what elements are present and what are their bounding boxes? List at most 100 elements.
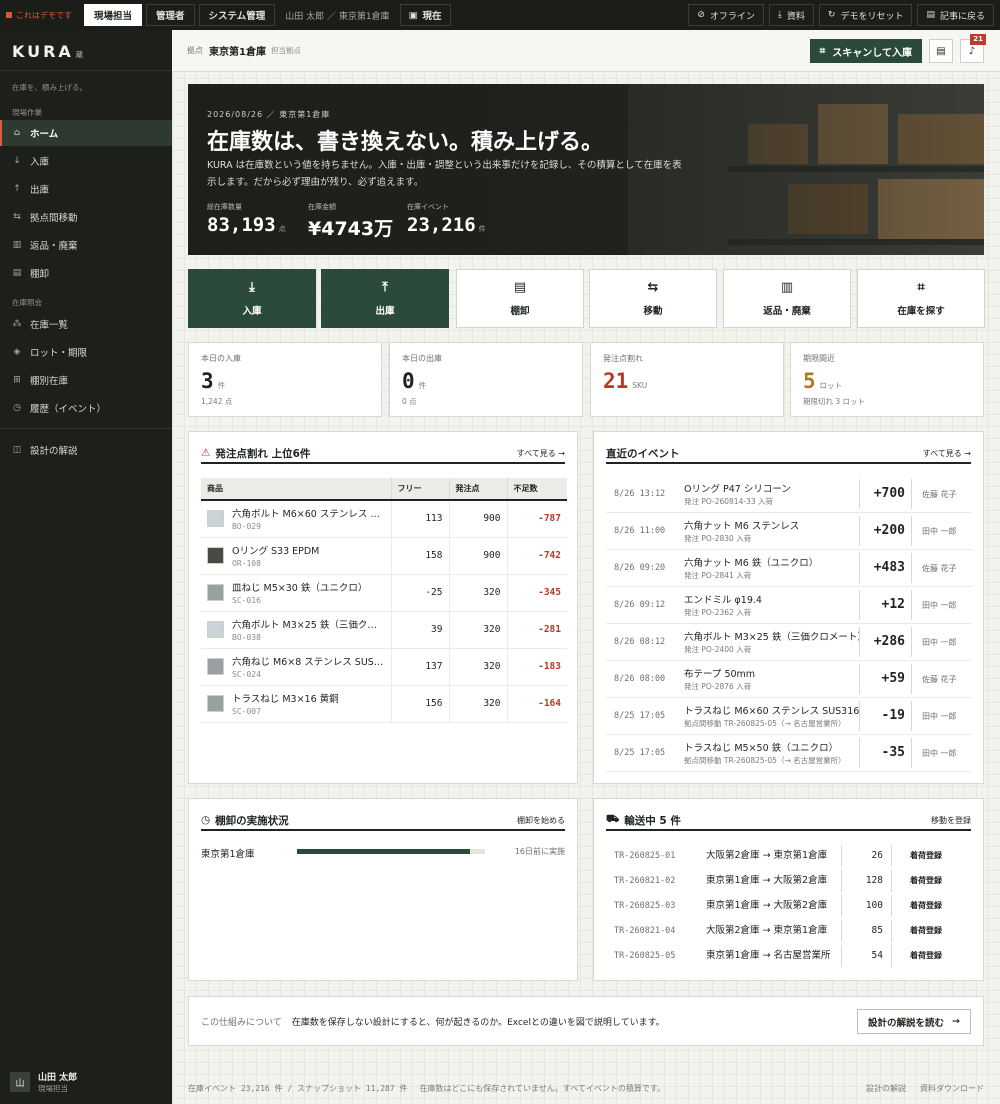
action-stocktake-button[interactable]: ▤ 棚卸 [456, 269, 584, 328]
sidebar-item-return[interactable]: ▥ 返品・廃棄 [0, 232, 172, 258]
free-qty: -25 [390, 574, 449, 612]
hero-stat-unit: 点 [278, 225, 286, 233]
start-stocktake-link[interactable]: 棚卸を始める [517, 815, 565, 826]
event-source: 発注 PO-2362 入荷 [684, 608, 752, 617]
event-item: トラスねじ M6×60 ステンレス SUS316 [684, 706, 859, 717]
transfer-qty: 26 [842, 844, 892, 867]
role-tab-manager[interactable]: 管理者 [146, 4, 195, 26]
product-code: SC-007 [232, 707, 261, 716]
action-label: 入庫 [242, 305, 262, 317]
product-thumbnail [207, 658, 224, 675]
event-row[interactable]: 8/26 09:12 エンドミル φ19.4 発注 PO-2362 入荷 +12 田中 … [606, 587, 972, 624]
sidebar-item-history[interactable]: ◷ 履歴（イベント） [0, 395, 172, 421]
event-item: トラスねじ M5×50 鉄（ユニクロ） [684, 743, 839, 754]
footer-link-download[interactable]: 資料ダウンロード [920, 1083, 984, 1094]
column-header[interactable]: 不足数 [506, 478, 567, 501]
reorder-see-all-link[interactable]: すべて見る → [517, 448, 565, 459]
hero-banner: 2026/08/26 ／ 東京第1倉庫 在庫数は、書き換えない。積み上げる。 K… [188, 84, 984, 255]
boxes-icon: ⁂ [12, 319, 22, 329]
transit-row: TR-260821-04 大阪第2倉庫 → 東京第1倉庫 85 着荷登録 [606, 918, 972, 943]
sidebar-item-label: 返品・廃棄 [30, 241, 78, 252]
event-row[interactable]: 8/26 08:00 布テープ 50mm 発注 PO-2876 入荷 +59 佐藤 花子 [606, 661, 972, 698]
event-time: 8/26 09:20 [614, 563, 666, 573]
sidebar-item-label: 設計の解説 [30, 446, 78, 457]
link-label: すべて見る [516, 448, 556, 458]
now-button[interactable]: ▣ 現在 [399, 4, 451, 26]
back-to-article-button[interactable]: ▤ 記事に戻る [917, 4, 994, 26]
logo-text: KURA [12, 42, 74, 61]
site-name[interactable]: 東京第1倉庫 [209, 43, 266, 58]
table-row[interactable]: Oリング S33 EPDM OR-108 158 900 -742 [201, 537, 567, 575]
table-row[interactable]: 六角ねじ M6×8 ステンレス SUS316 SC-024 137 320 -183 [201, 648, 567, 686]
event-row[interactable]: 8/26 08:12 六角ボルト M3×25 鉄（三価クロメート） 発注 PO-24… [606, 624, 972, 661]
card-title: 発注点割れ 上位6件 [215, 447, 311, 460]
table-row[interactable]: 六角ボルト M6×60 ステンレス SUS304BO-029113900-787 [201, 500, 567, 538]
event-row[interactable]: 8/26 13:12 Oリング P47 シリコーン 発注 PO-260814-33 … [606, 476, 972, 513]
kpi-value: 21 [603, 369, 629, 393]
action-transfer-button[interactable]: ⇆ 移動 [589, 269, 717, 328]
event-user: 佐藤 花子 [922, 563, 957, 573]
docs-button[interactable]: ⤓ 資料 [768, 4, 814, 26]
arrival-register-button[interactable]: 着荷登録 [892, 925, 942, 936]
reset-demo-button[interactable]: ↻ デモをリセット [818, 4, 913, 26]
role-tab-field[interactable]: 現場担当 [84, 4, 143, 26]
table-row[interactable]: トラスねじ M3×16 黄銅 SC-007 156 320 -164 [201, 685, 567, 723]
event-source: 拠点間移動 TR-260825-05（→ 名古屋営業所） [684, 756, 846, 765]
reorder-point: 900 [448, 537, 507, 575]
action-return-button[interactable]: ▥ 返品・廃棄 [723, 269, 851, 328]
arrival-register-button[interactable]: 着荷登録 [892, 850, 942, 861]
table-row[interactable]: 六角ボルト M3×25 鉄（三価クロメート） BO-038 39320-281 [201, 611, 567, 649]
event-row[interactable]: 8/26 11:00 六角ナット M6 ステンレス 発注 PO-2830 入荷 +20… [606, 513, 972, 550]
read-design-button[interactable]: 設計の解説を読む → [857, 1009, 971, 1034]
events-see-all-link[interactable]: すべて見る → [923, 448, 971, 459]
reset-demo-label: デモをリセット [840, 11, 904, 22]
column-header[interactable]: フリー [390, 478, 449, 501]
footer-link-design[interactable]: 設計の解説 [866, 1083, 906, 1094]
arrival-register-button[interactable]: 着荷登録 [892, 900, 942, 911]
event-row[interactable]: 8/25 17:05 トラスねじ M6×60 ステンレス SUS316 拠点間移動 … [606, 698, 972, 735]
reorder-point: 900 [448, 500, 507, 538]
sidebar-item-transfer[interactable]: ⇆ 拠点間移動 [0, 204, 172, 230]
arrival-register-button[interactable]: 着荷登録 [892, 875, 942, 886]
table-row[interactable]: 皿ねじ M5×30 鉄（ユニクロ） SC-016 -25 320 -345 [201, 574, 567, 612]
list-button[interactable]: ▤ [929, 39, 953, 63]
kpi-received-today[interactable]: 本日の入庫 3件 1,242 点 [188, 342, 382, 417]
sidebar-item-ship[interactable]: ↑ 出庫 [0, 176, 172, 202]
product-name: トラスねじ M3×16 黄銅 [232, 694, 339, 705]
role-tab-system[interactable]: システム管理 [198, 4, 276, 26]
clipboard-icon: ▤ [12, 268, 22, 278]
offline-button[interactable]: ⊘ オフライン [688, 4, 764, 26]
notification-button[interactable]: ♪ 21 [960, 34, 986, 63]
register-transfer-link[interactable]: 移動を登録 [931, 815, 971, 826]
reorder-point: 320 [448, 574, 507, 612]
action-search-button[interactable]: ⌗ 在庫を探す [857, 269, 985, 328]
logo[interactable]: KURA 蔵 [12, 42, 83, 61]
sidebar-item-home[interactable]: ⌂ ホーム [0, 120, 172, 146]
sidebar-item-receive[interactable]: ↓ 入庫 [0, 148, 172, 174]
column-header[interactable]: 商品 [201, 478, 391, 501]
kpi-expiring[interactable]: 期限間近 5 ロット 期限切れ 3 ロット [790, 342, 984, 417]
arrival-register-button[interactable]: 着荷登録 [892, 950, 942, 961]
sidebar-item-design[interactable]: ◫ 設計の解説 [0, 437, 172, 463]
kpi-reorder[interactable]: 発注点割れ 21 SKU [590, 342, 784, 417]
action-ship-button[interactable]: ⤒ 出庫 [321, 269, 449, 328]
event-row[interactable]: 8/26 09:20 六角ナット M6 鉄（ユニクロ） 発注 PO-2841 入荷 +… [606, 550, 972, 587]
scan-receive-button[interactable]: ⌗ スキャンして入庫 [809, 39, 922, 63]
column-header[interactable]: 発注点 [448, 478, 507, 501]
kpi-shipped-today[interactable]: 本日の出庫 0件 0 点 [389, 342, 583, 417]
sidebar-item-lots[interactable]: ◈ ロット・期限 [0, 339, 172, 365]
event-detail: 六角ナット M6 ステンレス 発注 PO-2830 入荷 [676, 516, 860, 546]
sidebar-item-shelves[interactable]: ⊞ 棚別在庫 [0, 367, 172, 393]
sidebar-item-stocktake[interactable]: ▤ 棚卸 [0, 260, 172, 286]
sidebar-item-inventory[interactable]: ⁂ 在庫一覧 [0, 311, 172, 337]
sidebar-user[interactable]: 山 山田 太郎 現場担当 [10, 1070, 77, 1094]
event-qty: +12 [860, 590, 912, 620]
sidebar-item-label: 出庫 [30, 185, 50, 196]
product-cell: 六角ボルト M3×25 鉄（三価クロメート） BO-038 [201, 611, 391, 649]
kpi-sub: 期限切れ 3 ロット [803, 397, 866, 406]
action-receive-button[interactable]: ⤓ 入庫 [188, 269, 316, 328]
event-row[interactable]: 8/25 17:05 トラスねじ M5×50 鉄（ユニクロ） 拠点間移動 TR-26… [606, 735, 972, 772]
bell-icon: ♪ [968, 45, 976, 57]
event-time: 8/26 09:12 [614, 600, 666, 610]
event-item: 六角ナット M6 鉄（ユニクロ） [684, 558, 819, 569]
